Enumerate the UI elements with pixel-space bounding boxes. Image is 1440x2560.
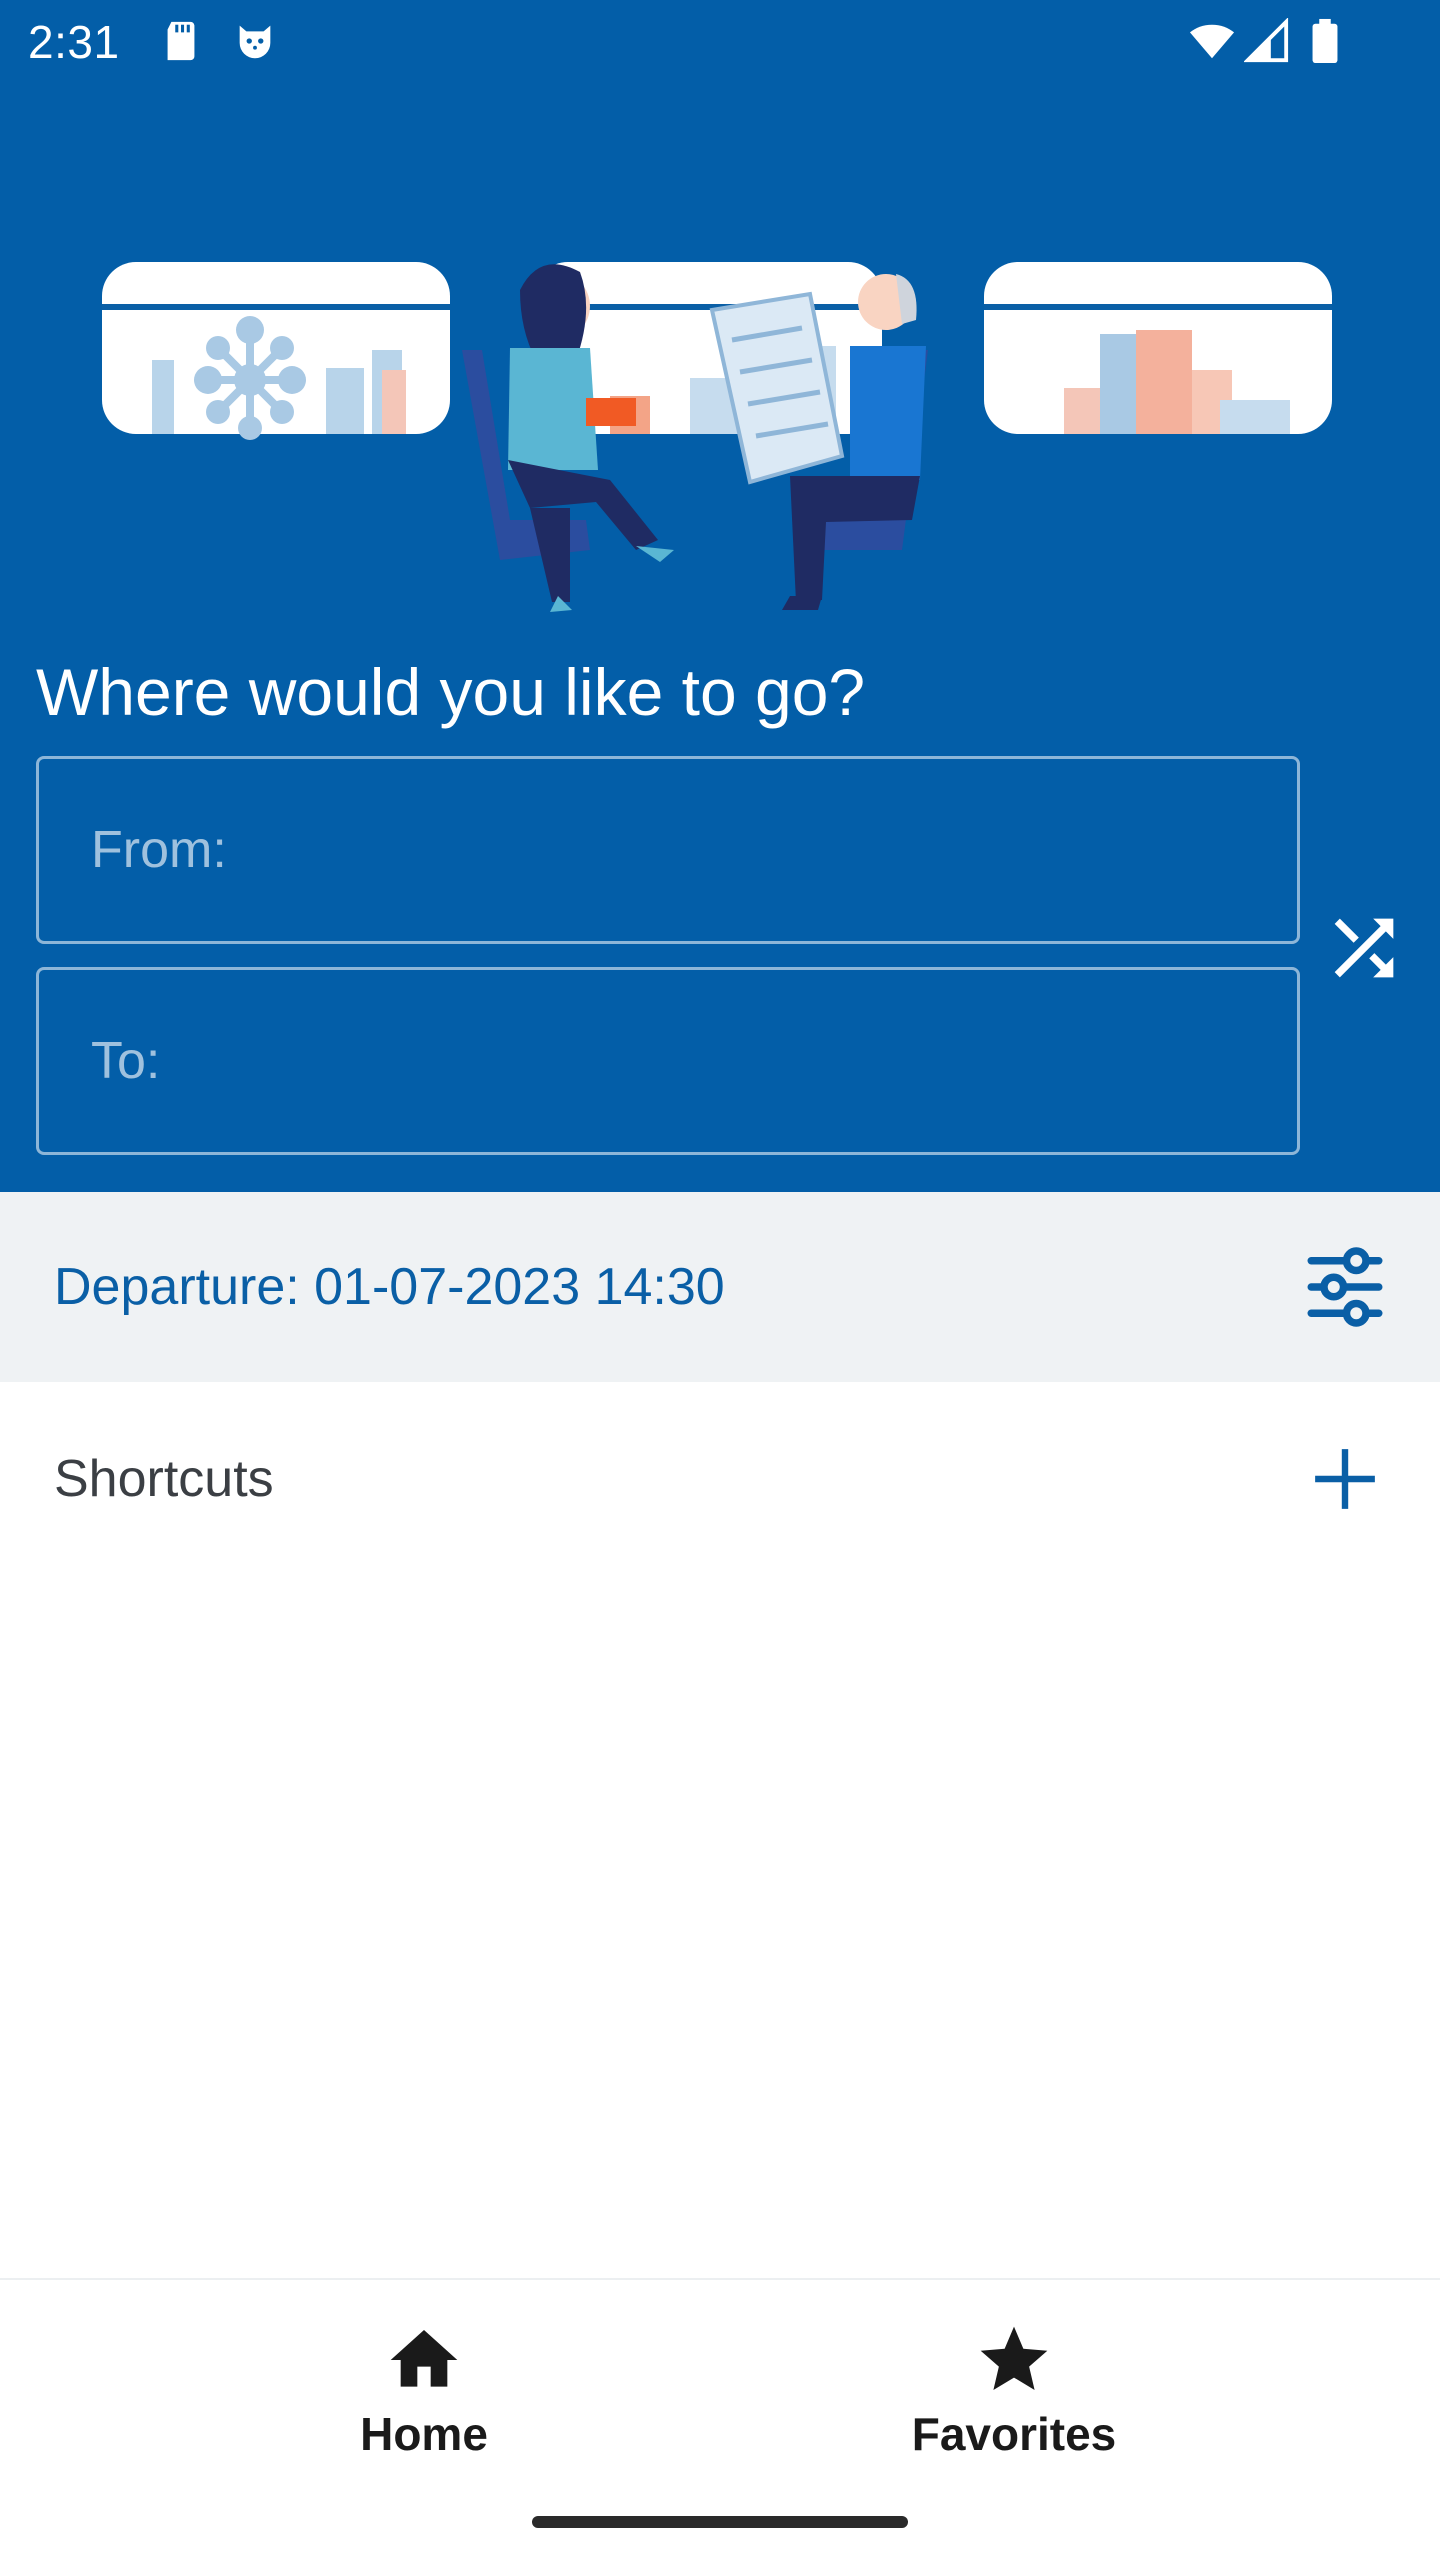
from-field[interactable] — [36, 756, 1300, 944]
shuffle-icon — [1334, 918, 1394, 978]
plus-icon — [1315, 1449, 1375, 1509]
status-time: 2:31 — [28, 16, 120, 68]
nav-home-label: Home — [360, 2408, 488, 2460]
options-button[interactable] — [1296, 1238, 1394, 1336]
page-title: Where would you like to go? — [36, 655, 866, 729]
to-field[interactable] — [36, 967, 1300, 1155]
departure-datetime[interactable]: Departure: 01-07-2023 14:30 — [54, 1252, 725, 1322]
gesture-navigation-bar[interactable] — [532, 2516, 908, 2528]
nav-favorites-label: Favorites — [911, 2408, 1117, 2460]
home-icon — [390, 2330, 458, 2387]
shortcuts-section: Shortcuts — [0, 1382, 1440, 1572]
status-bar: 2:31 — [0, 0, 1440, 84]
bottom-navigation: Home Favorites — [0, 2278, 1440, 2560]
wifi-icon — [1189, 24, 1235, 59]
nav-favorites[interactable]: Favorites — [804, 2320, 1224, 2490]
departure-bar[interactable]: Departure: 01-07-2023 14:30 — [0, 1192, 1440, 1382]
from-input[interactable] — [39, 759, 1297, 941]
battery-icon — [1312, 18, 1338, 64]
add-shortcut-button[interactable] — [1296, 1430, 1394, 1528]
nav-home[interactable]: Home — [214, 2320, 634, 2490]
app-screen: 2:31 Where would you like to go? From: T… — [0, 0, 1440, 2560]
tune-sliders-icon — [1307, 1247, 1383, 1327]
star-icon — [980, 2326, 1048, 2390]
signal-icon — [1244, 18, 1289, 63]
sd-card-icon — [167, 21, 195, 61]
search-header: 2:31 Where would you like to go? From: T… — [0, 0, 1440, 1192]
train-passengers-illustration — [102, 262, 1332, 612]
shortcuts-heading: Shortcuts — [54, 1450, 274, 1508]
to-input[interactable] — [39, 970, 1297, 1152]
swap-stations-button[interactable] — [1316, 900, 1412, 996]
cat-icon — [239, 25, 271, 59]
